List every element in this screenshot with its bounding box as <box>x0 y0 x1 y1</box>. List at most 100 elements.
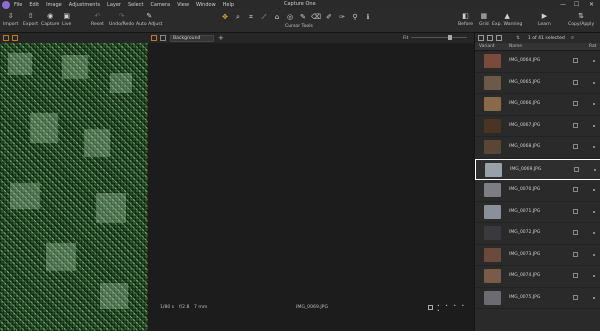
select-checkbox[interactable] <box>573 294 578 300</box>
capture-button[interactable]: ◉ Capture <box>41 11 59 28</box>
menu-edit[interactable]: Edit <box>29 2 39 8</box>
export-button[interactable]: ⇧ Export <box>23 11 38 28</box>
pagination-dots[interactable]: • • • • • <box>437 304 474 314</box>
list-view-icon[interactable] <box>487 35 493 41</box>
menu-layer[interactable]: Layer <box>107 2 121 8</box>
select-checkbox[interactable] <box>573 273 578 278</box>
picker-icon[interactable]: ✐ <box>324 12 334 22</box>
rating-dot[interactable] <box>593 103 595 105</box>
table-row[interactable]: IMG_0065.JPG <box>475 73 600 94</box>
keystone-icon[interactable]: ⌂ <box>272 12 282 22</box>
thumbnail-image[interactable] <box>485 162 502 177</box>
menu-adjustments[interactable]: Adjustments <box>69 2 100 8</box>
select-checkbox[interactable] <box>573 122 578 128</box>
import-button[interactable]: ⇩ Import <box>3 11 18 28</box>
close-button[interactable]: ✕ <box>589 1 594 8</box>
thumbnail-image[interactable] <box>484 54 501 68</box>
column-rating[interactable]: Rat <box>589 44 596 49</box>
column-name[interactable]: Name <box>509 44 522 49</box>
select-checkbox[interactable] <box>573 230 578 235</box>
sort-arrows-icon[interactable]: ⇅ <box>516 36 520 41</box>
thumbnail-image[interactable] <box>484 118 501 133</box>
zoom-fit-label[interactable]: Fit <box>403 36 408 41</box>
menu-select[interactable]: Select <box>128 2 143 8</box>
tool-tab-icon[interactable] <box>3 35 9 41</box>
undo-redo-button[interactable]: ↷ Undo/Redo <box>109 11 134 28</box>
select-checkbox[interactable] <box>573 79 578 85</box>
rating-dot[interactable] <box>593 232 595 234</box>
before-button[interactable]: ◧ Before <box>458 11 473 28</box>
menu-image[interactable]: Image <box>46 2 62 8</box>
select-checkbox[interactable] <box>573 187 578 192</box>
thumbnail-image[interactable] <box>484 97 501 111</box>
annotate-icon[interactable]: ✑ <box>337 12 347 22</box>
menu-file[interactable]: File <box>14 2 22 8</box>
table-row[interactable]: IMG_0064.JPG <box>475 51 600 73</box>
menu-camera[interactable]: Camera <box>150 2 170 8</box>
pan-icon[interactable]: ✥ <box>220 12 230 22</box>
column-variant[interactable]: Variant <box>479 44 495 49</box>
search-icon[interactable]: ⌕ <box>571 34 574 42</box>
add-layer-button[interactable]: + <box>218 34 224 42</box>
view-mode-box[interactable] <box>428 305 433 310</box>
thumbnail-image[interactable] <box>484 269 501 283</box>
info-icon[interactable]: ℹ <box>363 12 373 22</box>
pipette-icon[interactable]: ⚲ <box>350 12 360 22</box>
select-checkbox[interactable] <box>573 208 578 214</box>
select-checkbox[interactable] <box>573 101 578 106</box>
table-row[interactable]: IMG_0066.JPG <box>475 94 600 116</box>
rating-dot[interactable] <box>593 296 595 299</box>
table-row[interactable]: IMG_0073.JPG <box>475 245 600 266</box>
rating-dot[interactable] <box>593 146 595 148</box>
thumbnail-image[interactable] <box>484 183 501 197</box>
rating-dot[interactable] <box>594 168 596 171</box>
crop-icon[interactable]: ⌗ <box>246 12 256 22</box>
eraser-icon[interactable]: ⌫ <box>311 12 321 22</box>
grid-button[interactable]: ▦ Grid <box>479 11 489 28</box>
thumbnail-image[interactable] <box>484 226 501 240</box>
thumbnail-image[interactable] <box>484 75 501 90</box>
menu-window[interactable]: Window <box>196 2 216 8</box>
zoom-slider-handle[interactable] <box>448 35 452 40</box>
tool-tab-icon[interactable] <box>12 35 18 41</box>
reset-button[interactable]: ↶ Reset <box>91 11 104 28</box>
rating-dot[interactable] <box>593 253 595 256</box>
select-checkbox[interactable] <box>574 166 579 172</box>
rating-dot[interactable] <box>593 60 595 62</box>
copy-apply-button[interactable]: ⇅ Copy/Apply <box>568 11 594 28</box>
select-checkbox[interactable] <box>573 58 578 63</box>
table-row[interactable]: IMG_0074.JPG <box>475 266 600 288</box>
live-button[interactable]: ▣ Live <box>62 11 71 28</box>
maximize-button[interactable]: ☐ <box>574 1 579 8</box>
minimize-button[interactable]: — <box>560 1 566 8</box>
rating-dot[interactable] <box>593 189 595 191</box>
table-row[interactable]: IMG_0070.JPG <box>475 180 600 202</box>
rating-dot[interactable] <box>593 210 595 213</box>
multi-view-icon[interactable] <box>160 35 166 41</box>
learn-button[interactable]: ▶ Learn <box>538 11 551 28</box>
rating-dot[interactable] <box>593 124 595 127</box>
exposure-warning-button[interactable]: ▲ Exp. Warning <box>492 11 522 28</box>
rating-dot[interactable] <box>593 275 595 277</box>
thumbnail-image[interactable] <box>484 247 501 262</box>
grid-view-icon[interactable] <box>478 35 484 41</box>
select-checkbox[interactable] <box>573 144 578 149</box>
thumbnail-image[interactable] <box>484 140 501 154</box>
spot-icon[interactable]: ◎ <box>285 12 295 22</box>
table-row[interactable]: IMG_0072.JPG <box>475 223 600 245</box>
zoom-slider[interactable] <box>411 37 467 38</box>
select-checkbox[interactable] <box>573 251 578 257</box>
image-viewer[interactable] <box>148 43 474 331</box>
rating-dot[interactable] <box>593 81 595 84</box>
straighten-icon[interactable]: ⟋ <box>259 12 269 22</box>
brush-icon[interactable]: ✎ <box>298 12 308 22</box>
menu-help[interactable]: Help <box>223 2 234 8</box>
thumbnail-image[interactable] <box>484 290 501 305</box>
table-row[interactable]: IMG_0071.JPG <box>475 202 600 223</box>
table-row[interactable]: IMG_0069.JPG <box>475 158 600 180</box>
auto-adjust-button[interactable]: ✎ Auto Adjust <box>136 11 163 28</box>
single-view-icon[interactable] <box>151 35 157 41</box>
table-row[interactable]: IMG_0068.JPG <box>475 137 600 159</box>
thumbnail-image[interactable] <box>484 204 501 219</box>
menu-view[interactable]: View <box>177 2 189 8</box>
